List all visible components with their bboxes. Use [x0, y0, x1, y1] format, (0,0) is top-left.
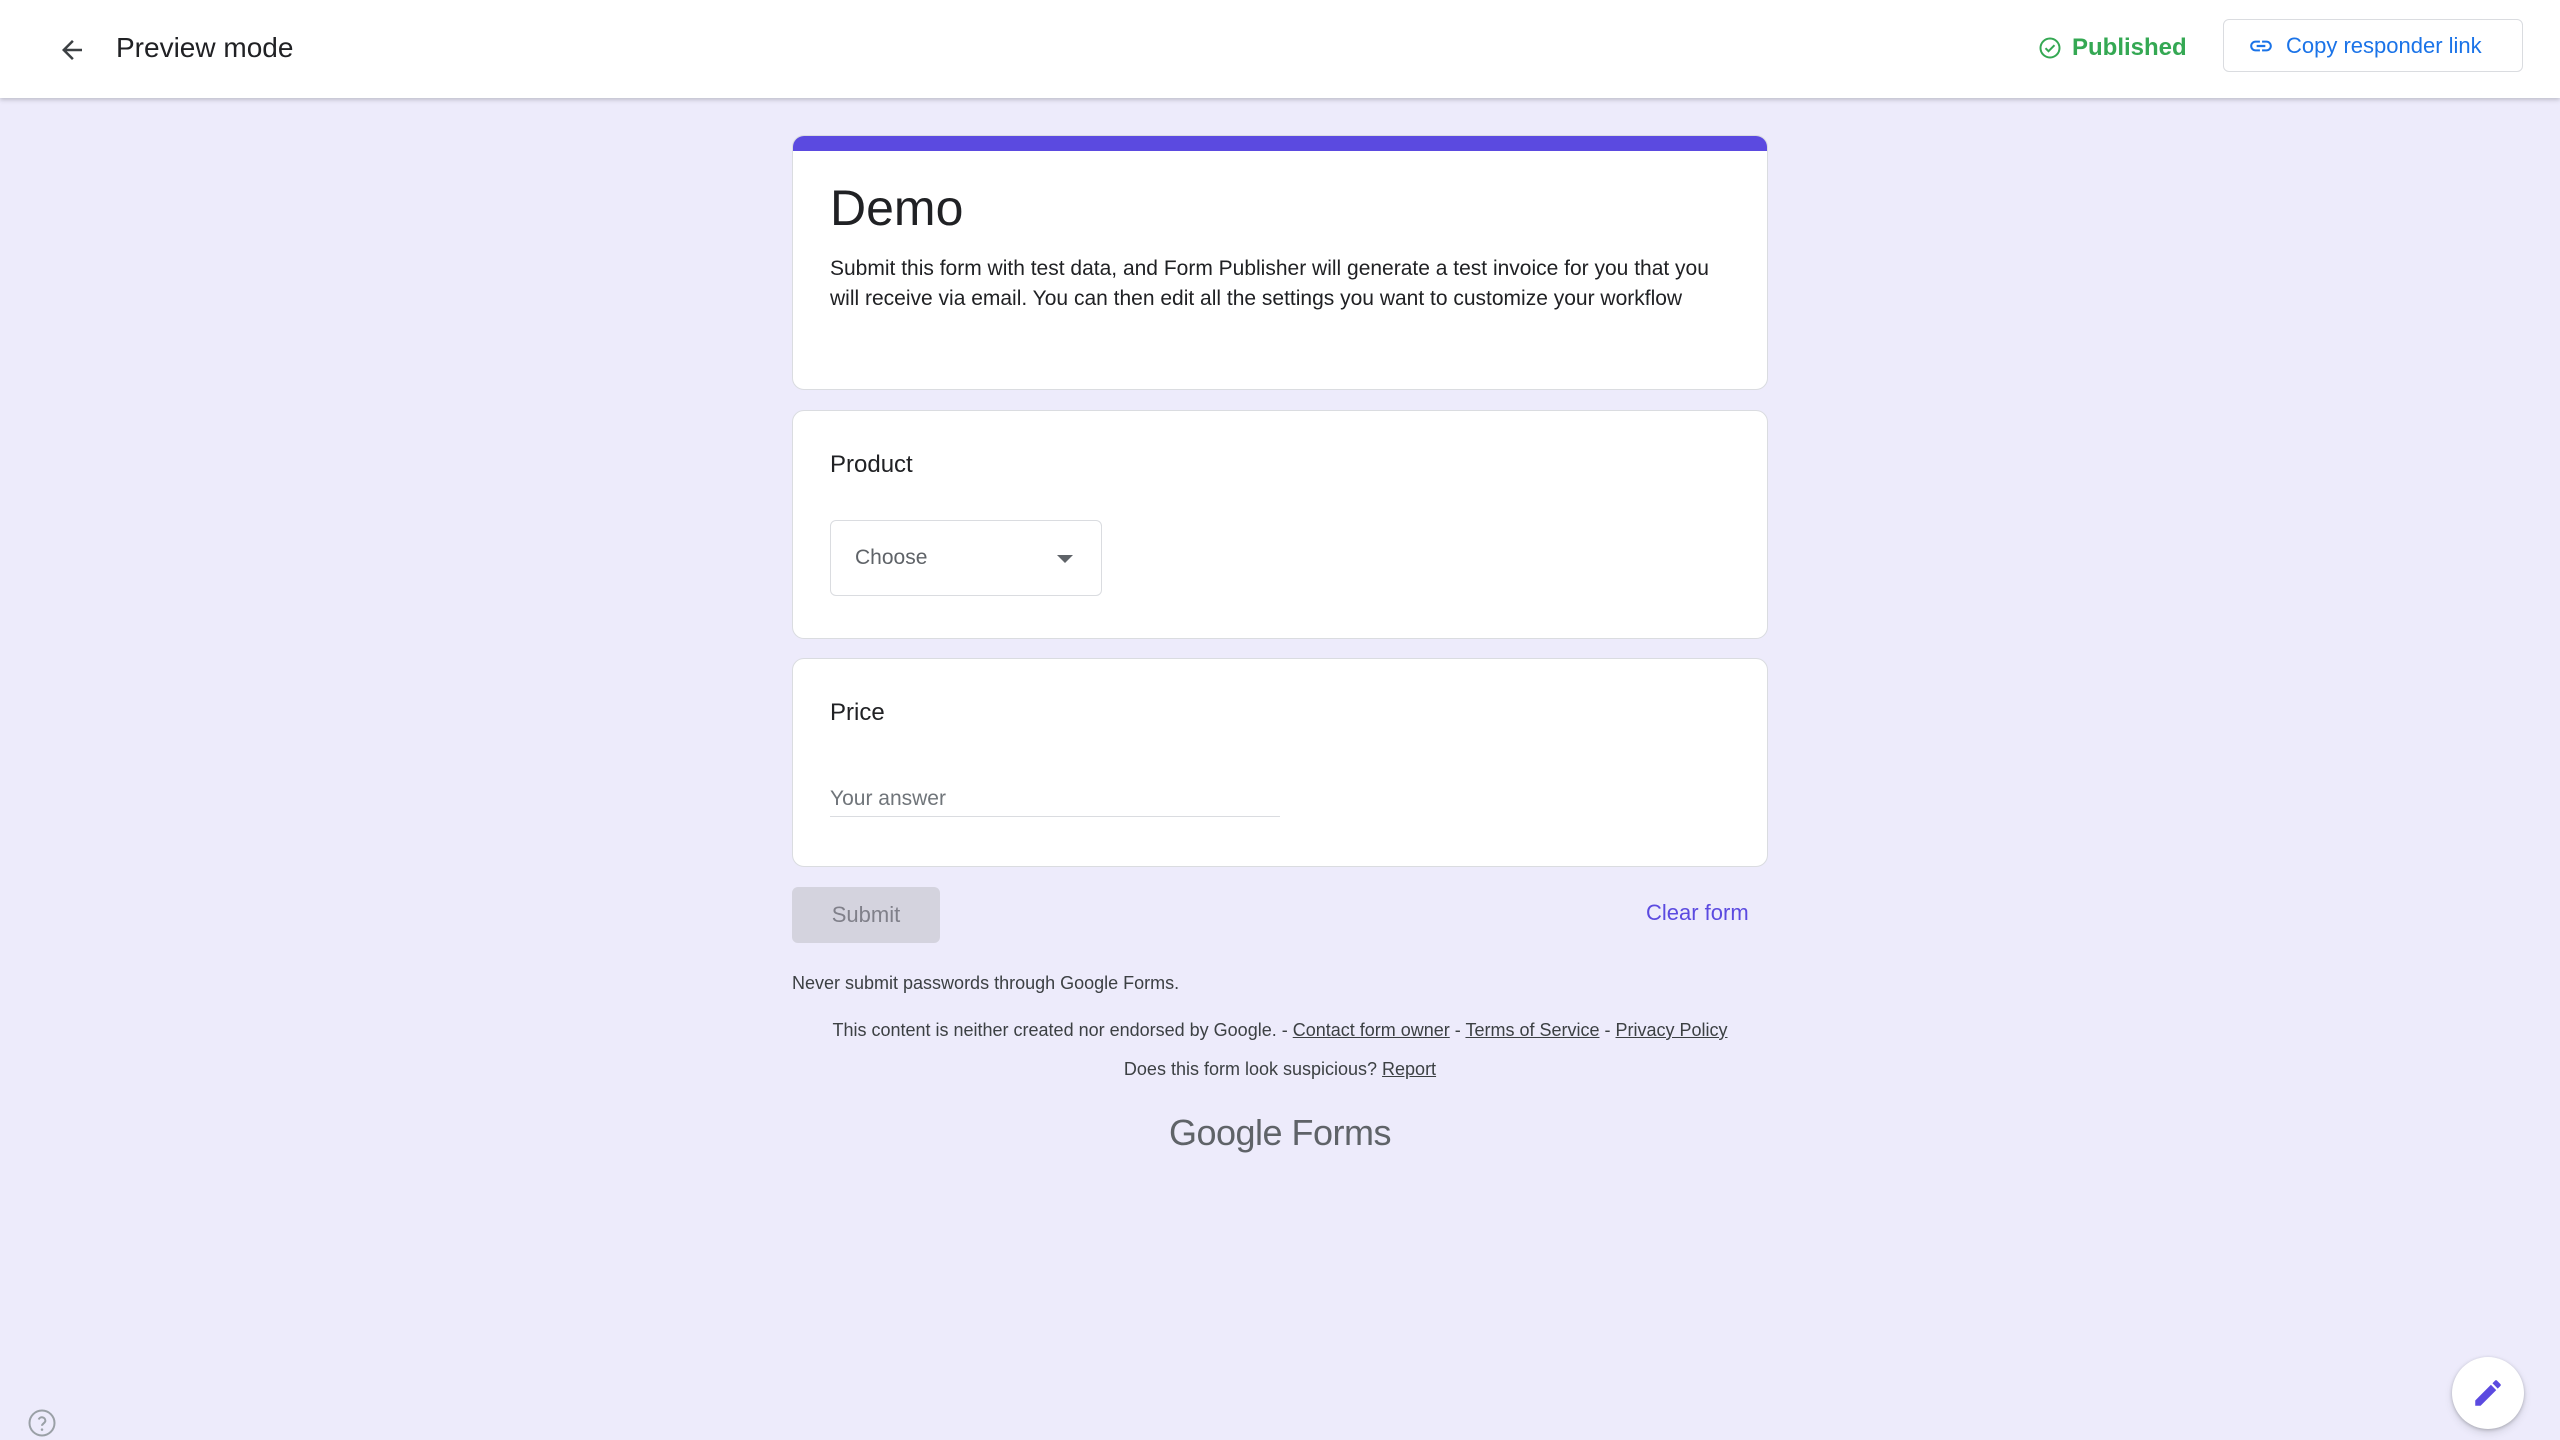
back-button[interactable] — [50, 28, 94, 72]
help-button[interactable] — [26, 1407, 58, 1439]
form-title: Demo — [830, 180, 964, 236]
edit-form-button[interactable] — [2452, 1357, 2524, 1429]
clear-form-button[interactable]: Clear form — [1646, 900, 1749, 926]
disclaimer-text: This content is neither created nor endo… — [832, 1020, 1293, 1040]
help-circle-icon — [28, 1409, 56, 1437]
published-label: Published — [2072, 34, 2187, 61]
published-status: Published — [2038, 30, 2187, 66]
suspicious-text: Does this form look suspicious? — [1123, 1059, 1383, 1079]
pencil-icon — [2475, 1380, 2501, 1406]
form-description: Submit this form with test data, and For… — [830, 257, 1709, 310]
password-warning: Never submit passwords through Google Fo… — [792, 973, 1180, 993]
link-icon — [2250, 40, 2272, 51]
form-header-card: Demo Submit this form with test data, an… — [792, 135, 1768, 390]
google-forms-logo[interactable]: Google Forms — [792, 1112, 1768, 1154]
question-card-product: Product Choose — [792, 410, 1768, 639]
suspicious-notice: Does this form look suspicious? Report — [792, 1059, 1768, 1080]
privacy-policy-link[interactable]: Privacy Policy — [1616, 1020, 1728, 1040]
copy-responder-link-label: Copy responder link — [2286, 32, 2482, 58]
submit-button[interactable]: Submit — [792, 887, 940, 943]
question-label: Product — [830, 451, 913, 478]
question-card-price: Price — [792, 658, 1768, 867]
accent-bar — [793, 136, 1767, 151]
report-link[interactable]: Report — [1382, 1059, 1436, 1079]
arrow-left-icon — [62, 40, 82, 60]
product-dropdown[interactable]: Choose — [830, 520, 1102, 596]
dropdown-selected-value: Choose — [855, 546, 928, 569]
price-answer-input[interactable] — [830, 781, 1280, 817]
disclaimer: This content is neither created nor endo… — [792, 1020, 1768, 1041]
copy-responder-link-button[interactable]: Copy responder link — [2223, 19, 2523, 72]
separator: - — [1599, 1020, 1616, 1040]
separator: - — [1449, 1020, 1466, 1040]
contact-form-owner-link[interactable]: Contact form owner — [1293, 1020, 1450, 1040]
page-title: Preview mode — [116, 32, 294, 63]
logo-google-text: Google — [1168, 1112, 1283, 1153]
caret-down-icon — [1057, 555, 1073, 563]
terms-of-service-link[interactable]: Terms of Service — [1465, 1020, 1599, 1040]
question-label: Price — [830, 699, 885, 726]
logo-forms-text: Forms — [1282, 1112, 1392, 1153]
check-circle-icon — [2039, 37, 2061, 59]
top-bar: Preview mode Published Copy responder li… — [0, 0, 2560, 98]
